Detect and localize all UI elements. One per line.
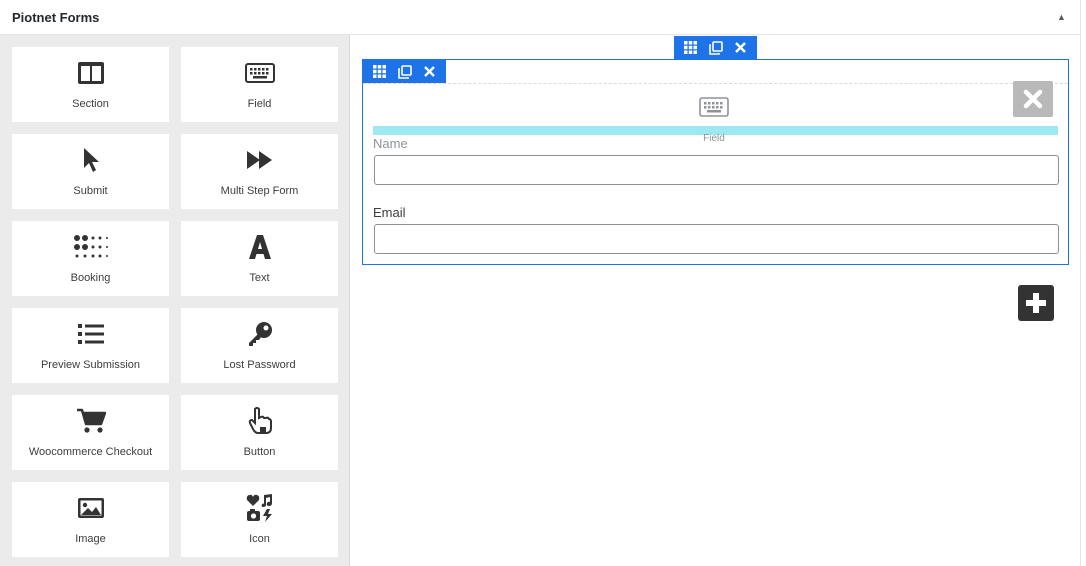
icons-icon bbox=[181, 494, 338, 522]
widget-lost-password[interactable]: Lost Password bbox=[181, 308, 338, 383]
section-delete-icon[interactable] bbox=[732, 39, 750, 57]
widget-label: Image bbox=[75, 533, 106, 545]
widget-label: Lost Password bbox=[223, 359, 296, 371]
close-icon bbox=[1023, 89, 1043, 109]
widget-section[interactable]: Section bbox=[12, 47, 169, 122]
keyboard-icon bbox=[181, 59, 338, 87]
widget-label: Multi Step Form bbox=[220, 185, 299, 197]
key-icon bbox=[181, 320, 338, 348]
column-divider bbox=[363, 83, 1068, 84]
widget-multi-step-form[interactable]: Multi Step Form bbox=[181, 134, 338, 209]
section-move-grid-icon[interactable] bbox=[682, 39, 700, 57]
fast-forward-icon bbox=[181, 146, 338, 174]
panel-title: Piotnet Forms bbox=[12, 10, 100, 25]
widget-label: Icon bbox=[249, 533, 270, 545]
widget-button[interactable]: Button bbox=[181, 395, 338, 470]
panel-header: Piotnet Forms ▲ bbox=[0, 0, 1081, 35]
widget-label: Preview Submission bbox=[40, 359, 141, 371]
column-delete-icon[interactable] bbox=[421, 63, 439, 81]
scroll-gutter bbox=[1081, 35, 1086, 566]
column-toolbar bbox=[363, 60, 446, 83]
column-duplicate-icon[interactable] bbox=[396, 63, 414, 81]
image-icon bbox=[12, 494, 169, 522]
name-field[interactable] bbox=[374, 155, 1059, 185]
widget-field[interactable]: Field bbox=[181, 47, 338, 122]
close-drag-button[interactable] bbox=[1013, 81, 1053, 117]
drag-ghost-label: Field bbox=[703, 133, 725, 144]
widget-preview-submission[interactable]: Preview Submission bbox=[12, 308, 169, 383]
section-toolbar bbox=[674, 36, 757, 59]
widget-label: Woocommerce Checkout bbox=[28, 446, 153, 458]
widget-icon[interactable]: Icon bbox=[181, 482, 338, 557]
widget-image[interactable]: Image bbox=[12, 482, 169, 557]
email-field-label: Email bbox=[373, 205, 406, 220]
widget-text[interactable]: Text bbox=[181, 221, 338, 296]
widgets-sidebar: Section Field Submit Multi Step Form Boo… bbox=[0, 35, 350, 566]
widget-label: Booking bbox=[70, 272, 111, 284]
widget-booking[interactable]: Booking bbox=[12, 221, 169, 296]
drag-ghost-keyboard-icon bbox=[699, 97, 729, 122]
widget-woocommerce-checkout[interactable]: Woocommerce Checkout bbox=[12, 395, 169, 470]
email-field[interactable] bbox=[374, 224, 1059, 254]
widget-submit[interactable]: Submit bbox=[12, 134, 169, 209]
column-move-grid-icon[interactable] bbox=[371, 63, 389, 81]
widget-label: Submit bbox=[73, 185, 108, 197]
cursor-icon bbox=[12, 146, 169, 174]
hand-pointer-icon bbox=[181, 407, 338, 435]
widget-label: Field bbox=[247, 98, 272, 110]
widget-label: Section bbox=[72, 98, 109, 110]
letter-a-icon bbox=[181, 233, 338, 261]
list-icon bbox=[12, 320, 169, 348]
widget-label: Button bbox=[243, 446, 276, 458]
collapse-toggle-icon[interactable]: ▲ bbox=[1057, 12, 1066, 22]
widget-label: Text bbox=[249, 272, 270, 284]
add-section-button[interactable] bbox=[1018, 285, 1054, 321]
cart-icon bbox=[12, 407, 169, 435]
plus-icon bbox=[1026, 293, 1046, 313]
name-field-label: Name bbox=[373, 136, 408, 151]
section-icon bbox=[12, 59, 169, 87]
dots-grid-icon bbox=[12, 233, 169, 261]
section-duplicate-icon[interactable] bbox=[707, 39, 725, 57]
